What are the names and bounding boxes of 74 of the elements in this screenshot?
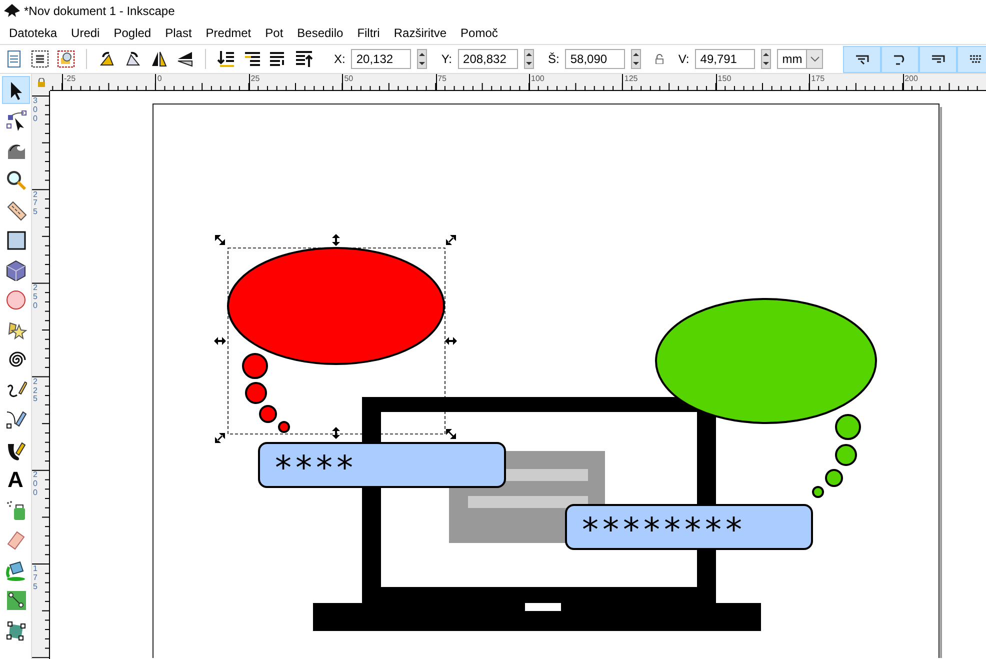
snap-toggle-button[interactable] xyxy=(843,46,882,72)
number-field[interactable]: 58,090 xyxy=(565,49,626,69)
menu-item[interactable]: Pot xyxy=(258,22,290,44)
ruler-label: 175 xyxy=(811,74,825,84)
resize-handle-icon[interactable] xyxy=(332,427,340,439)
ruler-label: 200 xyxy=(904,74,918,84)
flip-horizontal-icon[interactable] xyxy=(149,49,169,69)
dropdown-caret-icon xyxy=(810,56,820,62)
menu-item[interactable]: Pomoč xyxy=(454,22,505,44)
spin-buttons[interactable] xyxy=(761,49,772,69)
raise-to-top-icon[interactable] xyxy=(294,49,314,69)
cube-icon xyxy=(4,259,26,281)
snap-toggle-button[interactable] xyxy=(957,46,986,72)
menu-item[interactable]: Filtri xyxy=(350,22,387,44)
spin-buttons[interactable] xyxy=(631,49,642,69)
resize-handle-icon[interactable] xyxy=(445,337,457,345)
zoom-selection-icon[interactable] xyxy=(56,49,76,69)
tool-button[interactable] xyxy=(2,76,30,104)
number-field[interactable]: 208,832 xyxy=(458,49,518,69)
flip-vertical-icon[interactable] xyxy=(175,49,195,69)
menu-item[interactable]: Besedilo xyxy=(290,22,350,44)
circle-icon xyxy=(4,289,26,311)
menu-item[interactable]: Plast xyxy=(158,22,199,44)
ruler-label: 125 xyxy=(624,74,638,84)
node-editor-icon xyxy=(4,109,26,131)
window-title: *Nov dokument 1 - Inkscape xyxy=(24,3,175,20)
lower-to-bottom-icon[interactable] xyxy=(216,49,236,69)
resize-handle-icon[interactable] xyxy=(446,235,456,245)
ruler-label: 75 xyxy=(438,74,446,84)
resize-handle-icon[interactable] xyxy=(214,337,226,345)
spin-buttons[interactable] xyxy=(417,49,428,69)
menu-item[interactable]: Razširitve xyxy=(386,22,454,44)
spin-buttons[interactable] xyxy=(524,49,534,69)
field-label: X: xyxy=(334,51,346,68)
resize-handle-icon[interactable] xyxy=(332,234,340,246)
paint-bucket-icon xyxy=(4,559,26,581)
spray-can-icon xyxy=(4,499,26,521)
field-label: Y: xyxy=(441,51,452,68)
pen-icon xyxy=(4,409,26,431)
field-label: V: xyxy=(678,51,690,68)
menu-item[interactable]: Datoteka xyxy=(2,22,64,44)
gradient-icon xyxy=(4,589,26,611)
eraser-icon xyxy=(4,529,26,551)
unit-dropdown[interactable]: mm xyxy=(777,49,824,69)
ruler-label: 0 xyxy=(157,74,162,84)
square-icon xyxy=(4,229,26,251)
ruler-label: 100 xyxy=(531,74,544,84)
resize-handle-icon[interactable] xyxy=(215,433,225,443)
thought-bubble[interactable] xyxy=(655,298,877,498)
snap-toggle-button[interactable] xyxy=(919,46,958,72)
ruler-label: 50 xyxy=(344,74,354,84)
password-mask-text: **** xyxy=(275,448,357,487)
snap-toggle-button[interactable] xyxy=(881,46,920,72)
resize-handle-icon[interactable] xyxy=(215,235,225,245)
lower-icon[interactable] xyxy=(242,49,262,69)
mesh-icon xyxy=(4,619,26,641)
magnifier-icon xyxy=(4,169,26,191)
unlock-icon[interactable] xyxy=(655,54,664,64)
tool-button[interactable]: A xyxy=(2,466,30,494)
number-field[interactable]: 49,791 xyxy=(695,49,756,69)
ruler-label: 25 xyxy=(250,74,260,84)
menu-item[interactable]: Pogled xyxy=(106,22,158,44)
ruler-icon xyxy=(4,199,26,221)
number-field[interactable]: 20,132 xyxy=(351,49,412,69)
password-mask-text: ******** xyxy=(582,510,746,549)
layers-icon[interactable] xyxy=(30,49,50,69)
menu-item[interactable]: Predmet xyxy=(198,22,258,44)
field-label: Š: xyxy=(548,51,560,68)
menu-item[interactable]: Uredi xyxy=(64,22,107,44)
ruler-label: 150 xyxy=(718,74,732,84)
lock-icon[interactable] xyxy=(36,78,46,87)
resize-handle-icon[interactable] xyxy=(446,429,456,439)
app-logo-icon xyxy=(4,4,20,18)
ruler-label: -25 xyxy=(64,74,76,84)
